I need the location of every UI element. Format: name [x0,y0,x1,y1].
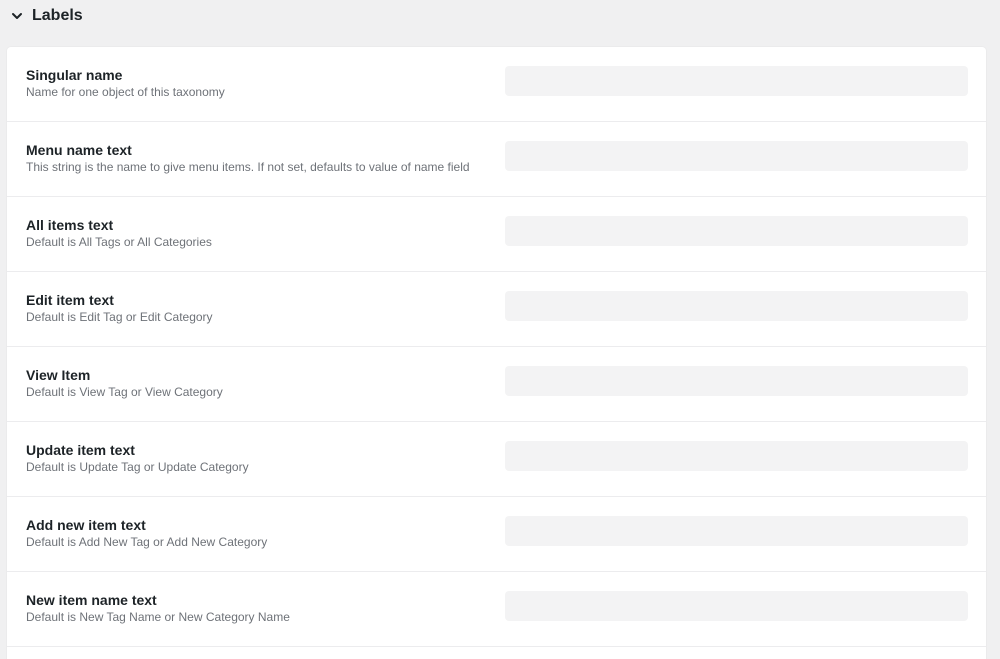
all-items-input[interactable] [505,216,968,246]
edit-item-input[interactable] [505,291,968,321]
field-text: New item name text Default is New Tag Na… [26,592,290,625]
field-text: Singular name Name for one object of thi… [26,67,225,100]
field-label: Add new item text [26,517,146,533]
field-label: Update item text [26,442,135,458]
field-row-new-item-name: New item name text Default is New Tag Na… [7,572,986,647]
field-description: Default is Add New Tag or Add New Catego… [26,535,268,549]
field-text: View Item Default is View Tag or View Ca… [26,367,223,400]
field-description: Default is Update Tag or Update Category [26,460,249,474]
field-description: Default is View Tag or View Category [26,385,223,399]
labels-settings-page: Labels Singular name Name for one object… [0,0,1000,659]
field-row-menu-name: Menu name text This string is the name t… [7,122,986,197]
field-description: Default is Edit Tag or Edit Category [26,310,213,324]
field-description: Default is New Tag Name or New Category … [26,610,290,624]
field-label: New item name text [26,592,157,608]
labels-card: Singular name Name for one object of thi… [7,47,986,659]
field-label: Menu name text [26,142,132,158]
field-text: All items text Default is All Tags or Al… [26,217,212,250]
singular-name-input[interactable] [505,66,968,96]
field-label: Singular name [26,67,123,83]
menu-name-input[interactable] [505,141,968,171]
update-item-input[interactable] [505,441,968,471]
field-row-update-item: Update item text Default is Update Tag o… [7,422,986,497]
field-text: Menu name text This string is the name t… [26,142,470,175]
field-row-view-item: View Item Default is View Tag or View Ca… [7,347,986,422]
field-text: Update item text Default is Update Tag o… [26,442,249,475]
field-label: All items text [26,217,114,233]
field-row-all-items: All items text Default is All Tags or Al… [7,197,986,272]
field-row-singular-name: Singular name Name for one object of thi… [7,47,986,122]
field-row-edit-item: Edit item text Default is Edit Tag or Ed… [7,272,986,347]
new-item-name-input[interactable] [505,591,968,621]
field-label: View Item [26,367,91,383]
add-new-item-input[interactable] [505,516,968,546]
chevron-down-icon [10,9,24,23]
field-text: Edit item text Default is Edit Tag or Ed… [26,292,213,325]
field-label: Edit item text [26,292,114,308]
field-row-add-new-item: Add new item text Default is Add New Tag… [7,497,986,572]
field-description: Default is All Tags or All Categories [26,235,212,249]
field-text: Add new item text Default is Add New Tag… [26,517,267,550]
field-description: Name for one object of this taxonomy [26,85,225,99]
labels-section-toggle[interactable]: Labels [10,3,83,29]
view-item-input[interactable] [505,366,968,396]
field-description: This string is the name to give menu ite… [26,160,470,174]
section-title: Labels [32,7,83,24]
